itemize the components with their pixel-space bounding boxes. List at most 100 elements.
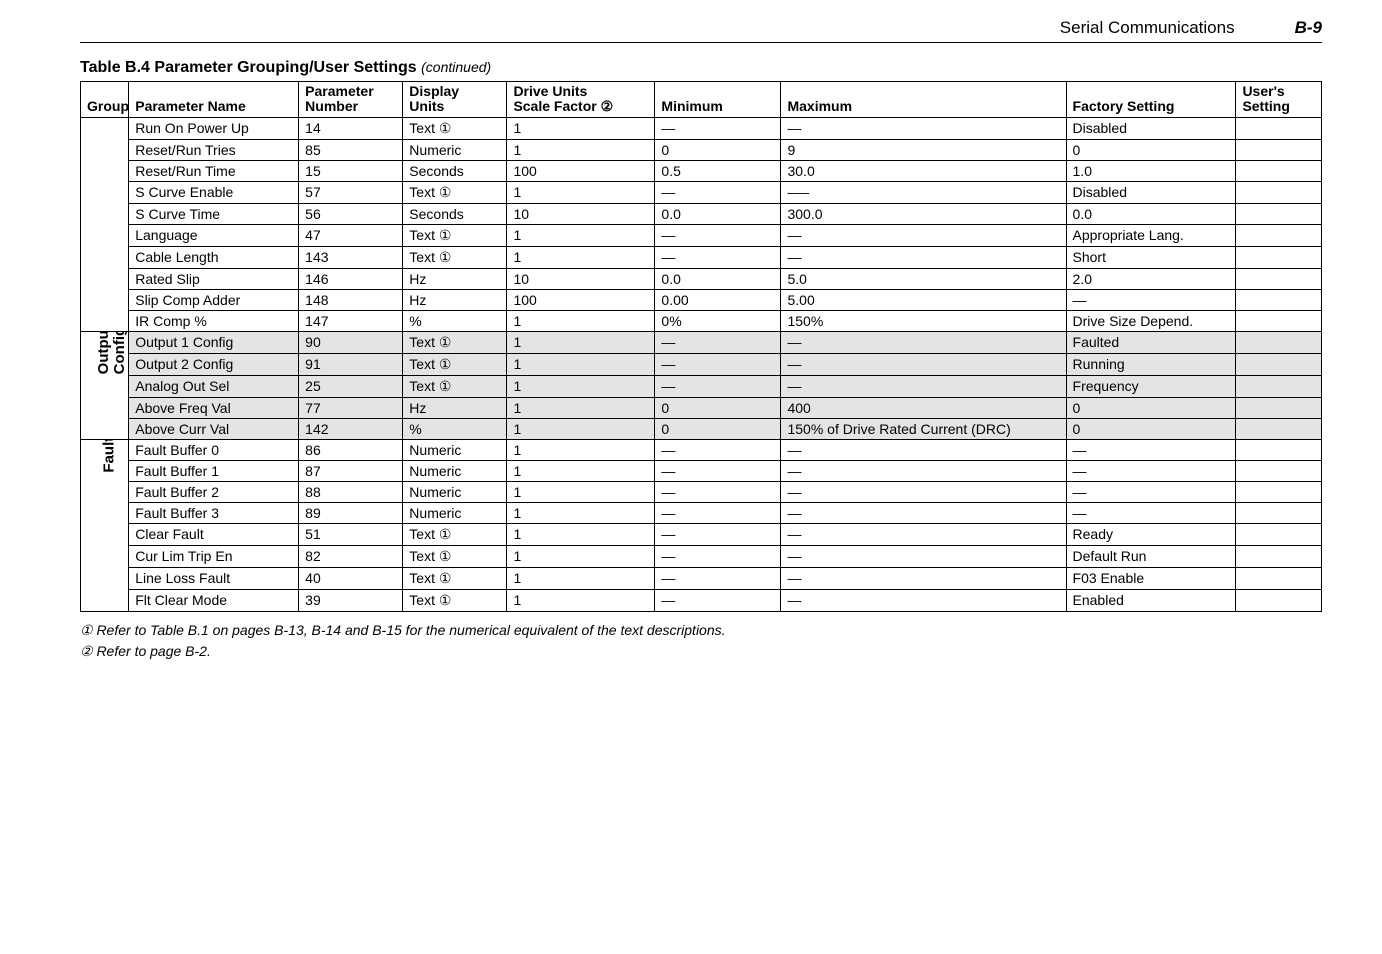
footnote-2: ② Refer to page B-2. — [80, 641, 1322, 662]
table-row: OutputConfigOutput 1 Config90Text ①1——Fa… — [81, 331, 1322, 353]
parameter-name: Run On Power Up — [129, 117, 299, 139]
table-title-continued: (continued) — [421, 59, 491, 75]
group-label-cell: OutputConfig — [81, 331, 129, 439]
section-title: Serial Communications — [1060, 18, 1235, 38]
maximum: 5.00 — [781, 289, 1066, 310]
user-setting — [1236, 203, 1322, 224]
minimum: 0 — [655, 139, 781, 160]
maximum: 30.0 — [781, 160, 1066, 181]
parameter-number: 47 — [299, 224, 403, 246]
table-row: Above Freq Val77Hz104000 — [81, 397, 1322, 418]
factory-setting: Faulted — [1066, 331, 1236, 353]
header-rule — [80, 42, 1322, 43]
table-row: Cur Lim Trip En82Text ①1——Default Run — [81, 545, 1322, 567]
table-title-text: Table B.4 Parameter Grouping/User Settin… — [80, 59, 417, 76]
factory-setting: 1.0 — [1066, 160, 1236, 181]
th-units-l2: Units — [409, 98, 444, 114]
display-units: Seconds — [403, 160, 507, 181]
parameter-name: Line Loss Fault — [129, 567, 299, 589]
factory-setting: Running — [1066, 353, 1236, 375]
maximum: — — [781, 545, 1066, 567]
maximum: 150% of Drive Rated Current (DRC) — [781, 418, 1066, 439]
factory-setting: Drive Size Depend. — [1066, 310, 1236, 331]
display-units: Numeric — [403, 481, 507, 502]
scale-factor: 1 — [507, 246, 655, 268]
scale-factor: 1 — [507, 310, 655, 331]
user-setting — [1236, 439, 1322, 460]
parameter-name: S Curve Enable — [129, 181, 299, 203]
table-row: IR Comp %147%10%150%Drive Size Depend. — [81, 310, 1322, 331]
parameter-number: 15 — [299, 160, 403, 181]
minimum: 0 — [655, 418, 781, 439]
maximum: — — [781, 502, 1066, 523]
table-row: Analog Out Sel25Text ①1——Frequency — [81, 375, 1322, 397]
th-user-l1: User's — [1242, 83, 1284, 99]
minimum: — — [655, 567, 781, 589]
parameter-name: Above Freq Val — [129, 397, 299, 418]
maximum: 400 — [781, 397, 1066, 418]
scale-factor: 1 — [507, 589, 655, 611]
group-label: Faults — [101, 439, 118, 472]
minimum: — — [655, 439, 781, 460]
maximum: — — [781, 117, 1066, 139]
factory-setting: F03 Enable — [1066, 567, 1236, 589]
table-row: Fault Buffer 288Numeric1——— — [81, 481, 1322, 502]
scale-factor: 1 — [507, 181, 655, 203]
parameter-name: Fault Buffer 1 — [129, 460, 299, 481]
th-user-l2: Setting — [1242, 98, 1289, 114]
user-setting — [1236, 589, 1322, 611]
parameter-number: 89 — [299, 502, 403, 523]
factory-setting: 0 — [1066, 139, 1236, 160]
display-units: Text ① — [403, 589, 507, 611]
minimum: — — [655, 481, 781, 502]
factory-setting: — — [1066, 289, 1236, 310]
table-row: Language47Text ①1——Appropriate Lang. — [81, 224, 1322, 246]
parameter-name: Clear Fault — [129, 523, 299, 545]
display-units: Text ① — [403, 523, 507, 545]
factory-setting: 0.0 — [1066, 203, 1236, 224]
display-units: Numeric — [403, 139, 507, 160]
table-row: Output 2 Config91Text ①1——Running — [81, 353, 1322, 375]
maximum: — — [781, 353, 1066, 375]
scale-factor: 1 — [507, 567, 655, 589]
parameter-number: 143 — [299, 246, 403, 268]
user-setting — [1236, 353, 1322, 375]
parameter-number: 56 — [299, 203, 403, 224]
th-min: Minimum — [655, 82, 781, 118]
user-setting — [1236, 545, 1322, 567]
factory-setting: Disabled — [1066, 117, 1236, 139]
user-setting — [1236, 331, 1322, 353]
parameter-number: 25 — [299, 375, 403, 397]
scale-factor: 10 — [507, 268, 655, 289]
parameter-name: Cur Lim Trip En — [129, 545, 299, 567]
maximum: — — [781, 523, 1066, 545]
parameter-name: S Curve Time — [129, 203, 299, 224]
scale-factor: 1 — [507, 375, 655, 397]
table-header-row: Group Parameter Name Parameter Number Di… — [81, 82, 1322, 118]
scale-factor: 1 — [507, 397, 655, 418]
parameter-number: 82 — [299, 545, 403, 567]
parameter-name: Reset/Run Tries — [129, 139, 299, 160]
factory-setting: Frequency — [1066, 375, 1236, 397]
parameter-number: 148 — [299, 289, 403, 310]
minimum: — — [655, 523, 781, 545]
display-units: Hz — [403, 397, 507, 418]
display-units: Text ① — [403, 353, 507, 375]
maximum: 5.0 — [781, 268, 1066, 289]
minimum: — — [655, 246, 781, 268]
table-row: S Curve Time56Seconds100.0300.00.0 — [81, 203, 1322, 224]
factory-setting: Appropriate Lang. — [1066, 224, 1236, 246]
factory-setting: 2.0 — [1066, 268, 1236, 289]
parameter-name: Language — [129, 224, 299, 246]
maximum: —– — [781, 181, 1066, 203]
parameter-number: 77 — [299, 397, 403, 418]
th-number-l1: Parameter — [305, 83, 374, 99]
th-units-l1: Display — [409, 83, 459, 99]
display-units: Hz — [403, 289, 507, 310]
scale-factor: 1 — [507, 439, 655, 460]
minimum: — — [655, 375, 781, 397]
scale-factor: 1 — [507, 331, 655, 353]
parameter-number: 147 — [299, 310, 403, 331]
th-number-l2: Number — [305, 98, 358, 114]
footnote-1: ① Refer to Table B.1 on pages B-13, B-14… — [80, 620, 1322, 641]
